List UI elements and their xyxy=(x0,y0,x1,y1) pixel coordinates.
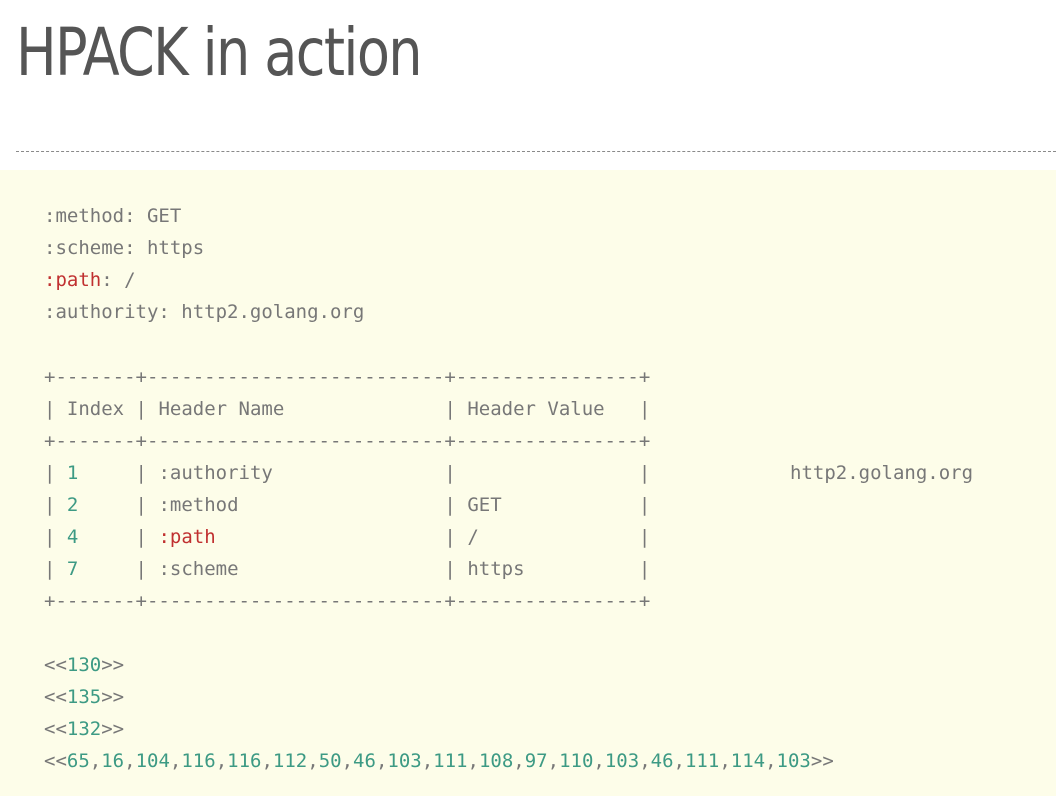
encoded-byte: 97 xyxy=(524,750,548,772)
encoded-byte: 46 xyxy=(353,750,376,772)
header-value: GET xyxy=(146,205,182,227)
encoded-line: <<130>> xyxy=(44,654,125,676)
table-cell: Header Name xyxy=(158,398,285,420)
table-cell: https xyxy=(467,558,525,580)
encoded-byte: 132 xyxy=(66,718,102,740)
encoded-byte: 103 xyxy=(387,750,422,772)
table-border: +-------+--------------------------+----… xyxy=(44,430,651,452)
encoded-byte: 130 xyxy=(66,654,102,676)
header-value: https xyxy=(146,237,205,259)
encoded-byte: 16 xyxy=(101,750,125,772)
table-row: | 2 | :method | GET | xyxy=(44,494,651,516)
table-header-row: | Index | Header Name | Header Value | xyxy=(44,398,651,420)
encoded-line: <<132>> xyxy=(44,718,125,740)
encoded-byte: 65 xyxy=(66,750,90,772)
header-value: http2.golang.org xyxy=(181,301,365,323)
header-table: +-------+--------------------------+----… xyxy=(44,361,650,617)
authority-value-overflow: http2.golang.org xyxy=(790,462,974,484)
header-line: :authority: http2.golang.org xyxy=(44,296,364,328)
table-row: | 1 | :authority | | xyxy=(44,462,651,484)
table-cell: 1 xyxy=(66,462,79,484)
table-cell: Header Value xyxy=(467,398,605,420)
encoded-byte: 46 xyxy=(650,750,674,772)
slide-title: HPACK in action xyxy=(16,14,423,91)
encoded-byte: 110 xyxy=(559,750,594,772)
header-line: :scheme: https xyxy=(44,232,364,264)
encoded-byte: 135 xyxy=(66,686,102,708)
header-line: :path: / xyxy=(44,264,364,296)
table-cell: 2 xyxy=(66,494,79,516)
table-border: +-------+--------------------------+----… xyxy=(44,366,651,388)
header-separator: : xyxy=(124,205,147,227)
encoded-byte: 103 xyxy=(776,750,811,772)
header-separator: : xyxy=(124,237,147,259)
table-border: +-------+--------------------------+----… xyxy=(44,590,651,612)
header-separator: : xyxy=(158,301,182,323)
encoded-byte: 108 xyxy=(478,750,514,772)
encoded-byte: 111 xyxy=(433,750,468,772)
encoded-byte: 114 xyxy=(730,750,766,772)
title-divider xyxy=(16,151,1056,152)
encoded-line: <<135>> xyxy=(44,686,125,708)
encoded-byte: 116 xyxy=(227,750,262,772)
table-cell: Index xyxy=(66,398,125,420)
header-key: :authority xyxy=(44,301,159,323)
table-cell: / xyxy=(467,526,479,548)
encoded-byte: 112 xyxy=(272,750,308,772)
header-key: :path xyxy=(44,269,102,291)
table-cell: :authority xyxy=(158,462,273,484)
table-row: | 4 | :path | / | xyxy=(44,526,651,548)
table-cell: :scheme xyxy=(158,558,239,580)
encoded-byte: 111 xyxy=(684,750,720,772)
encoded-byte: 116 xyxy=(181,750,216,772)
table-cell: :path xyxy=(158,526,216,548)
table-cell: 4 xyxy=(66,526,79,548)
encoded-line: <<65,16,104,116,116,112,50,46,103,111,10… xyxy=(44,750,834,772)
table-row: | 7 | :scheme | https | xyxy=(44,558,651,580)
table-cell: 7 xyxy=(66,558,79,580)
table-cell: GET xyxy=(467,494,502,516)
headers-block: :method: GET:scheme: https:path: /:autho… xyxy=(44,200,364,328)
encoded-byte: 103 xyxy=(604,750,640,772)
encoded-byte: 104 xyxy=(135,750,170,772)
header-value: / xyxy=(124,269,136,291)
encoded-bytes: <<130>> <<135>> <<132>> <<65,16,104,116,116… xyxy=(44,649,834,777)
header-key: :method xyxy=(44,205,125,227)
header-line: :method: GET xyxy=(44,200,364,232)
encoded-byte: 50 xyxy=(318,750,342,772)
table-cell: :method xyxy=(158,494,239,516)
header-separator: : xyxy=(101,269,125,291)
header-key: :scheme xyxy=(44,237,125,259)
